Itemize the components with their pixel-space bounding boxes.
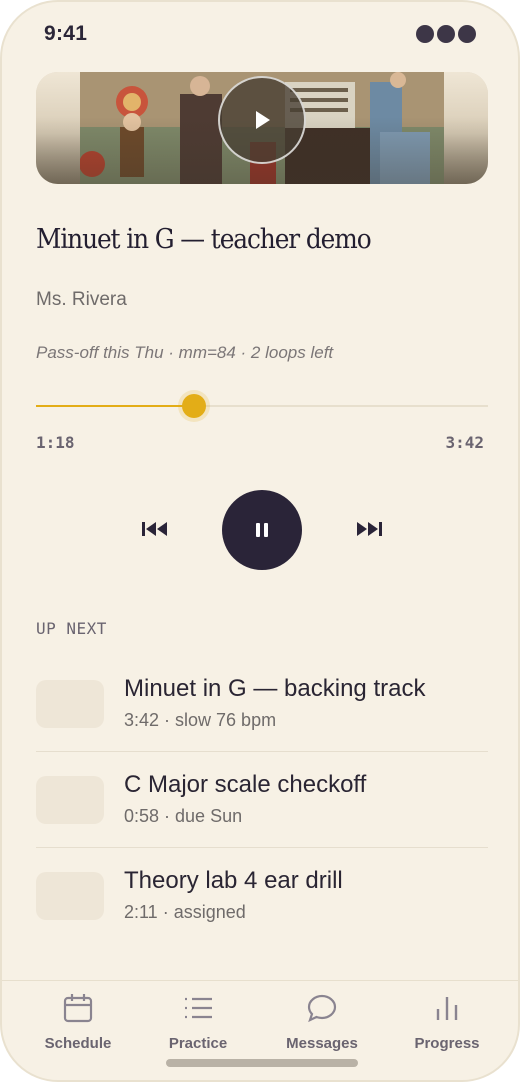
skip-forward-icon xyxy=(357,522,382,536)
calendar-icon xyxy=(61,991,95,1025)
queue-item-meta: 3:42 · slow 76 bpm xyxy=(124,710,277,730)
skip-back-icon xyxy=(142,522,167,536)
bar-chart-icon xyxy=(430,991,464,1025)
pause-icon xyxy=(256,523,268,537)
queue-item[interactable]: Minuet in G — backing track 3:42 · slow … xyxy=(36,656,488,752)
tab-progress[interactable]: Progress xyxy=(392,991,502,1052)
queue-item-title: Minuet in G — backing track xyxy=(124,675,426,702)
previous-track-button[interactable] xyxy=(138,512,172,546)
next-track-button[interactable] xyxy=(352,512,386,546)
progress-track[interactable] xyxy=(36,405,488,407)
play-button[interactable] xyxy=(218,76,306,164)
queue-item[interactable]: Theory lab 4 ear drill 2:11 · assigned xyxy=(36,848,488,944)
queue-item-title: C Major scale checkoff xyxy=(124,771,367,798)
status-time: 9:41 xyxy=(44,22,88,45)
queue-item-title: Theory lab 4 ear drill xyxy=(124,867,343,894)
video-thumbnail[interactable] xyxy=(36,72,488,184)
queue-list: Minuet in G — backing track 3:42 · slow … xyxy=(36,656,488,944)
elapsed-time: 1:18 xyxy=(36,433,75,452)
phone-frame: 9:41 Minuet in G — teacher demo Ms. Rive… xyxy=(0,0,520,1082)
status-bar: 9:41 xyxy=(2,2,518,66)
up-next-heading: UP NEXT xyxy=(36,619,107,638)
tab-practice[interactable]: Practice xyxy=(143,991,253,1052)
track-title: Minuet in G — teacher demo xyxy=(36,224,372,255)
play-icon xyxy=(256,111,270,129)
queue-item-meta: 2:11 · assigned xyxy=(124,902,246,922)
queue-item-meta: 0:58 · due Sun xyxy=(124,806,243,826)
pause-button[interactable] xyxy=(222,490,302,570)
queue-thumbnail xyxy=(36,776,104,824)
track-artist: Ms. Rivera xyxy=(36,289,127,310)
chat-bubble-icon xyxy=(305,991,339,1025)
list-icon xyxy=(181,991,215,1025)
progress-fill xyxy=(36,405,194,407)
home-indicator xyxy=(166,1059,358,1067)
progress-handle[interactable] xyxy=(182,394,206,418)
status-dots-icon xyxy=(416,25,476,43)
queue-thumbnail xyxy=(36,872,104,920)
assignment-note: Pass-off this Thu · mm=84 · 2 loops left xyxy=(36,343,334,362)
queue-item[interactable]: C Major scale checkoff 0:58 · due Sun xyxy=(36,752,488,848)
tab-messages[interactable]: Messages xyxy=(267,991,377,1052)
queue-thumbnail xyxy=(36,680,104,728)
total-duration: 3:42 xyxy=(445,433,484,452)
tab-schedule[interactable]: Schedule xyxy=(23,991,133,1052)
